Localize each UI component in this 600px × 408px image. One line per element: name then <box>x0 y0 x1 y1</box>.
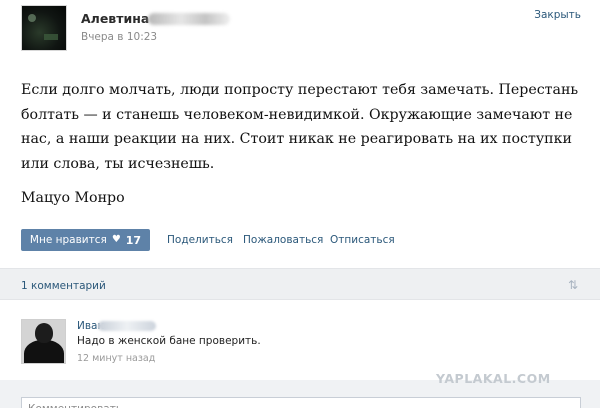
like-count: 17 <box>125 233 142 247</box>
unsubscribe-link[interactable]: Отписаться <box>330 234 395 246</box>
like-button[interactable]: Мне нравится ♥ 17 <box>21 229 150 251</box>
avatar-figure-head <box>35 323 53 343</box>
post-timestamp[interactable]: Вчера в 10:23 <box>81 31 157 43</box>
avatar-photo-detail <box>44 34 58 40</box>
heart-icon: ♥ <box>111 234 121 245</box>
comment-item: Иван Надо в женской бане проверить. 12 м… <box>0 310 600 370</box>
close-button[interactable]: Закрыть <box>534 9 581 21</box>
comment-text: Надо в женской бане проверить. <box>77 335 261 347</box>
like-button-label: Мне нравится <box>29 234 107 246</box>
post-header: Алевтина Вчера в 10:23 Закрыть <box>0 0 600 60</box>
comments-count-link[interactable]: 1 комментарий <box>21 280 106 292</box>
avatar-figure-body <box>24 340 64 363</box>
author-avatar[interactable] <box>21 5 67 51</box>
commenter-avatar[interactable] <box>21 319 66 364</box>
post-text: Если долго молчать, люди попросту перест… <box>21 82 579 172</box>
report-link[interactable]: Пожаловаться <box>243 234 323 246</box>
comment-author-surname-blurred <box>98 321 156 331</box>
author-name[interactable]: Алевтина <box>81 11 149 26</box>
post-signature: Мацуо Монро <box>21 190 125 206</box>
share-link[interactable]: Поделиться <box>167 234 233 246</box>
watermark: YAPLAKAL.COM <box>436 371 551 386</box>
comment-timestamp[interactable]: 12 минут назад <box>77 353 155 364</box>
comments-bar: 1 комментарий ⇅ <box>0 268 600 300</box>
comment-input[interactable] <box>21 397 581 408</box>
avatar-photo-detail <box>28 14 36 22</box>
author-surname-blurred <box>148 13 230 25</box>
sort-arrows-icon[interactable]: ⇅ <box>568 278 578 292</box>
